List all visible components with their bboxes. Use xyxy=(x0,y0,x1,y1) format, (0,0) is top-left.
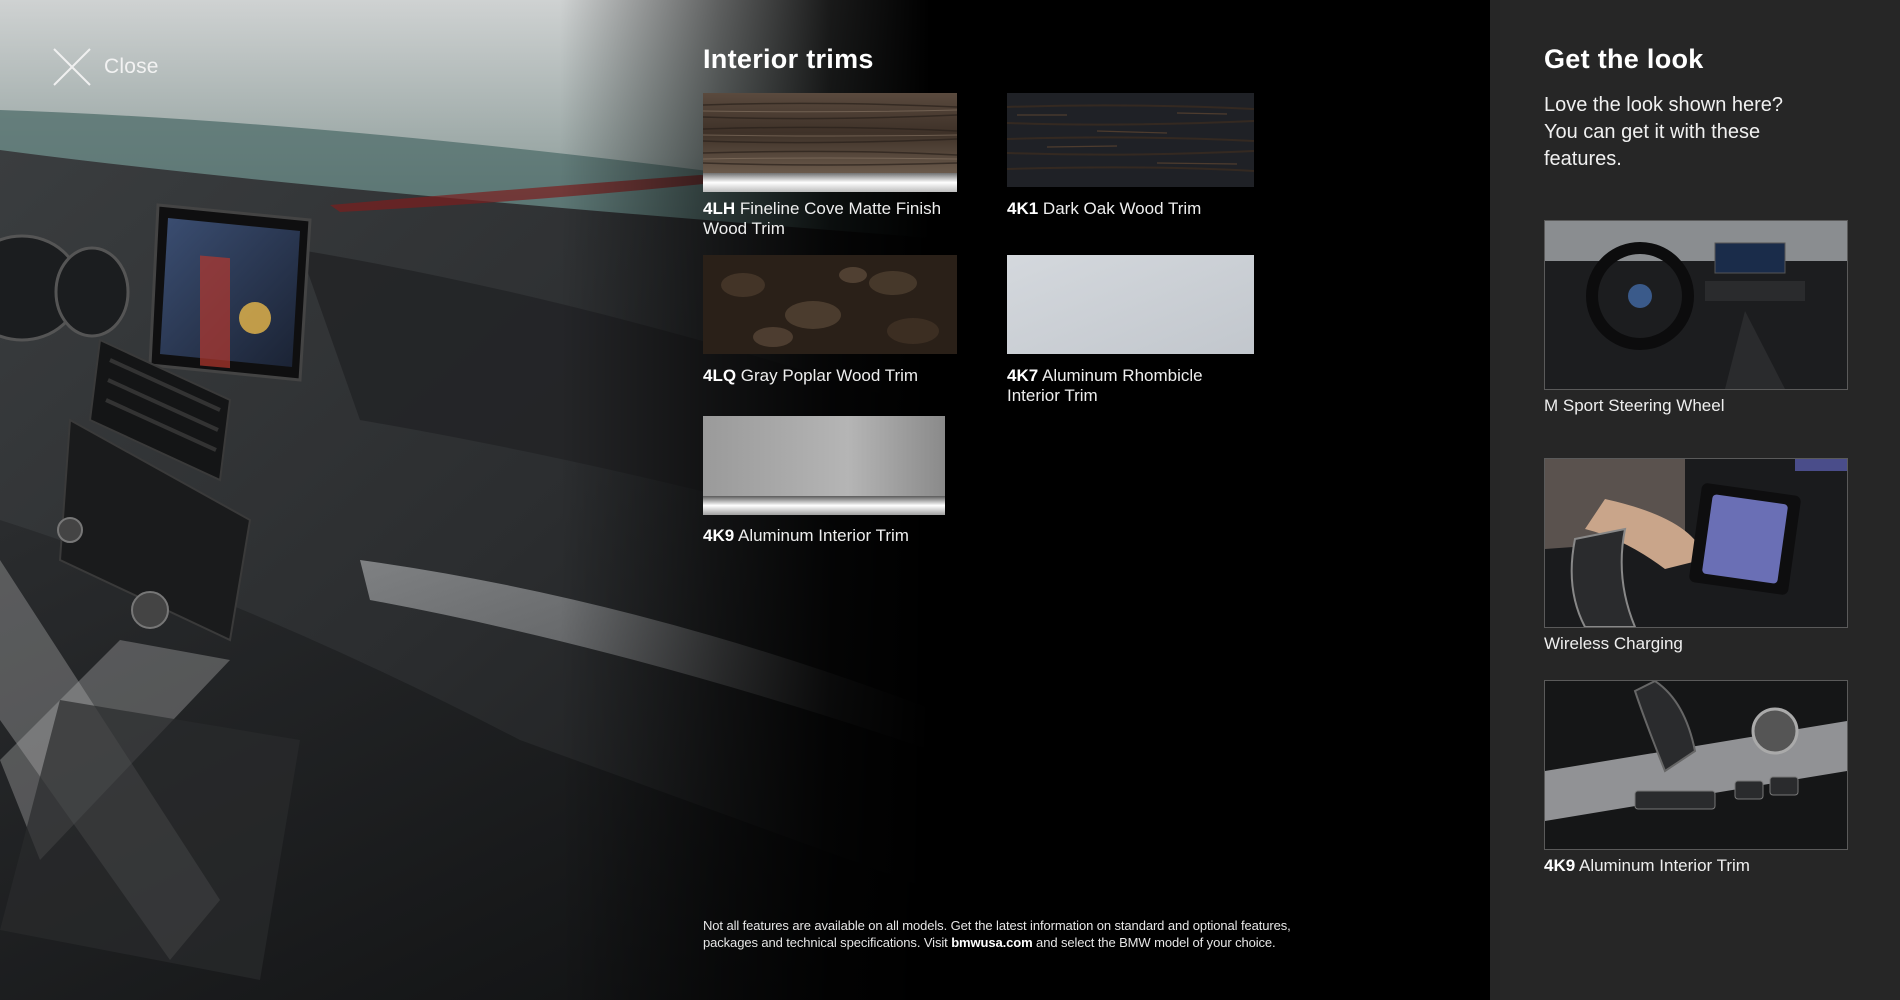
feature-card-wireless-charging[interactable]: Wireless Charging xyxy=(1544,458,1848,654)
bmwusa-link[interactable]: bmwusa.com xyxy=(951,935,1032,950)
get-the-look-sidebar: Get the look Love the look shown here? Y… xyxy=(1490,0,1900,1000)
trim-caption-4lq: 4LQ Gray Poplar Wood Trim xyxy=(703,366,919,385)
trim-swatch-4lq[interactable] xyxy=(703,255,957,354)
trim-caption-4k9: 4K9 Aluminum Interior Trim xyxy=(703,526,909,545)
trim-swatch-4k7[interactable] xyxy=(1007,255,1254,354)
trim-caption-4k7: 4K7 Aluminum Rhombicle Interior Trim xyxy=(1007,366,1203,405)
disclaimer-text: Not all features are available on all mo… xyxy=(703,918,1291,950)
close-icon xyxy=(52,47,92,87)
trim-swatch-4k1[interactable] xyxy=(1007,93,1254,187)
trim-swatch-4lh[interactable] xyxy=(703,93,957,192)
close-label: Close xyxy=(104,55,159,78)
feature-caption-steering-wheel: M Sport Steering Wheel xyxy=(1544,396,1725,415)
wood-trim-texture xyxy=(703,93,957,192)
feature-caption-aluminum-trim: 4K9 Aluminum Interior Trim xyxy=(1544,856,1750,875)
feature-caption-wireless-charging: Wireless Charging xyxy=(1544,634,1683,653)
get-the-look-title: Get the look xyxy=(1544,44,1704,74)
poplar-burl-texture xyxy=(703,255,957,354)
interior-trims-title: Interior trims xyxy=(703,44,874,74)
dark-oak-texture xyxy=(1007,93,1254,187)
aluminum-console-thumbnail xyxy=(1544,680,1848,850)
trim-caption-4lh: 4LH Fineline Cove Matte Finish Wood Trim xyxy=(703,199,942,238)
steering-wheel-thumbnail xyxy=(1544,220,1848,390)
feature-card-steering-wheel[interactable]: M Sport Steering Wheel xyxy=(1544,220,1848,416)
get-the-look-intro: Love the look shown here? You can get it… xyxy=(1544,94,1784,170)
trim-caption-4k1: 4K1 Dark Oak Wood Trim xyxy=(1007,199,1202,218)
feature-card-aluminum-trim[interactable]: 4K9 Aluminum Interior Trim xyxy=(1544,680,1848,876)
interior-trims-panel: Interior trims xyxy=(703,44,1323,91)
wireless-charging-thumbnail xyxy=(1544,458,1848,628)
aluminum-rhombicle-texture xyxy=(1007,255,1254,354)
interior-trims-overlay: Close Interior trims 4LH Fineline Cove M… xyxy=(0,0,1900,1000)
trim-swatch-4k9[interactable] xyxy=(703,416,945,515)
close-button[interactable]: Close xyxy=(52,48,159,86)
aluminum-trim-texture xyxy=(703,416,945,515)
